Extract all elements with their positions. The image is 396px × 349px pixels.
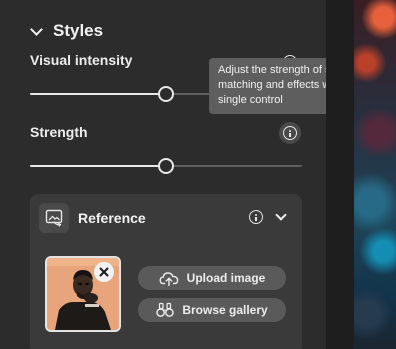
binoculars-icon bbox=[156, 302, 175, 317]
upload-image-label: Upload image bbox=[186, 271, 266, 285]
slider-thumb[interactable] bbox=[158, 158, 174, 174]
info-icon bbox=[283, 126, 297, 140]
strength-slider[interactable] bbox=[30, 157, 302, 175]
browse-gallery-button[interactable]: Browse gallery bbox=[138, 298, 286, 322]
slider-fill bbox=[30, 165, 166, 167]
browse-gallery-label: Browse gallery bbox=[182, 303, 268, 317]
section-title: Styles bbox=[53, 21, 104, 40]
cloud-upload-icon bbox=[159, 272, 178, 286]
reference-card: Reference Upload image Browse gallery bbox=[30, 194, 302, 349]
upload-image-button[interactable]: Upload image bbox=[138, 266, 286, 290]
styles-panel: Styles Visual intensity Strength Referen… bbox=[0, 0, 326, 349]
reference-info-button[interactable] bbox=[245, 206, 267, 228]
slider-thumb[interactable] bbox=[158, 86, 174, 102]
chevron-down-icon[interactable] bbox=[275, 209, 287, 221]
panel-divider bbox=[326, 0, 354, 349]
canvas-image bbox=[354, 0, 396, 349]
strength-label: Strength bbox=[30, 124, 88, 140]
slider-fill bbox=[30, 93, 166, 95]
remove-reference-button[interactable] bbox=[94, 262, 114, 282]
styles-section-header[interactable]: Styles bbox=[30, 20, 104, 42]
reference-title: Reference bbox=[78, 210, 146, 226]
info-icon bbox=[249, 210, 263, 224]
image-reference-icon bbox=[39, 203, 69, 233]
strength-info-button[interactable] bbox=[279, 122, 301, 144]
chevron-down-icon[interactable] bbox=[30, 22, 43, 36]
close-icon bbox=[99, 267, 109, 277]
visual-intensity-label: Visual intensity bbox=[30, 52, 133, 68]
